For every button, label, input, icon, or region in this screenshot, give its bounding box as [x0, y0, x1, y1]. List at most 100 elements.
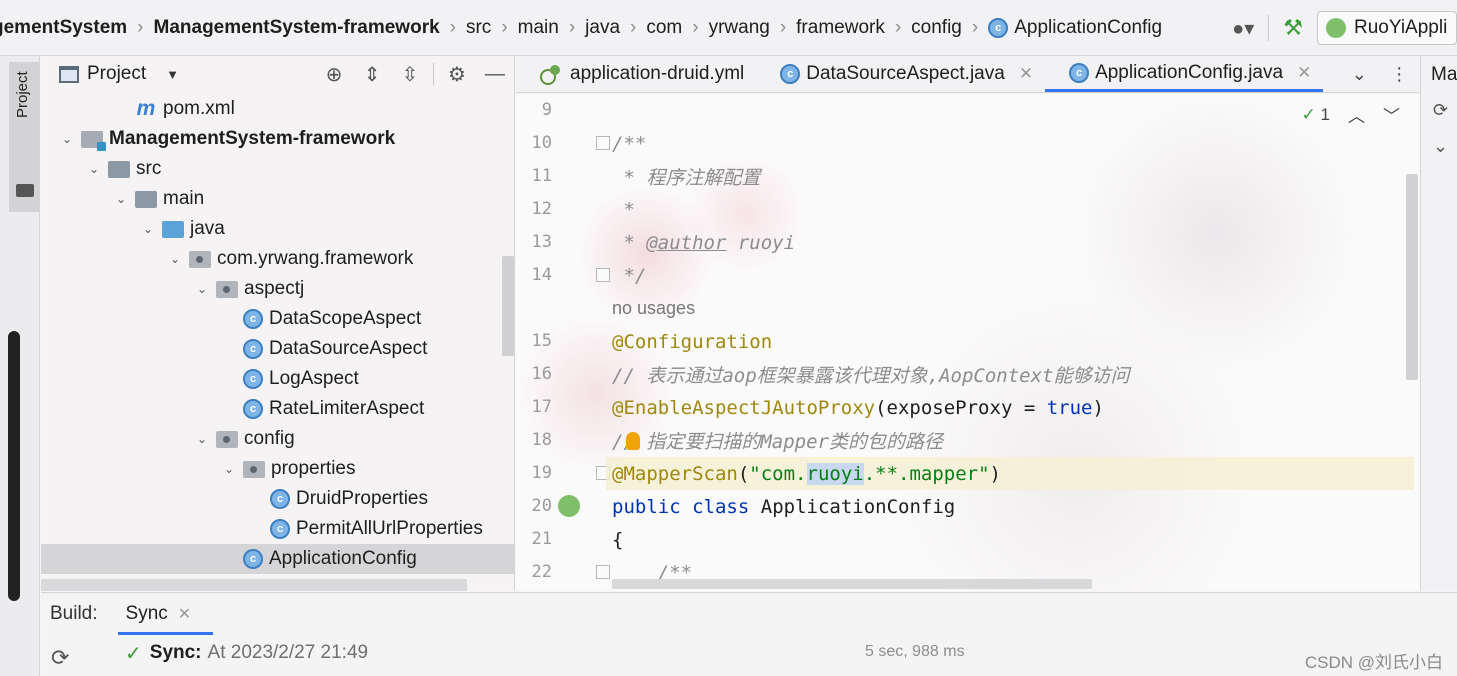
- folder-icon: [16, 184, 34, 197]
- tree-item[interactable]: ⌄ properties: [41, 454, 514, 484]
- breadcrumb-item[interactable]: gementSystem: [0, 17, 131, 39]
- tree-item[interactable]: ⌄ main: [41, 184, 514, 214]
- chevron-down-icon[interactable]: ⌄: [194, 432, 210, 446]
- line-number: 20: [531, 496, 552, 516]
- tree-item-label: java: [190, 218, 225, 239]
- close-icon[interactable]: ✕: [1019, 64, 1033, 84]
- scrollbar[interactable]: [502, 256, 514, 356]
- breadcrumb-item[interactable]: com: [642, 17, 686, 39]
- chevron-right-icon: ›: [971, 16, 979, 38]
- sync-status[interactable]: ✓ Sync: At 2023/2/27 21:49: [125, 639, 368, 667]
- tree-item[interactable]: c DataSourceAspect: [41, 334, 514, 364]
- code-editor[interactable]: ✓ 1 ︿ ﹀ 9 10 11 12 13 14 15 16 17 18 19 20 21 22 /** …: [516, 94, 1420, 591]
- chevron-right-icon: ›: [894, 16, 902, 38]
- class-icon: c: [243, 549, 263, 569]
- chevron-down-icon[interactable]: ▼: [166, 67, 179, 82]
- refresh-icon[interactable]: ⟳: [51, 645, 69, 671]
- breadcrumb-item[interactable]: java: [581, 17, 624, 39]
- editor-tab[interactable]: c DataSourceAspect.java ✕: [756, 56, 1045, 92]
- chevron-down-icon[interactable]: ⌄: [140, 222, 156, 236]
- chevron-down-icon[interactable]: ⌄: [59, 132, 75, 146]
- tree-item[interactable]: ⌄ ManagementSystem-framework: [41, 124, 514, 154]
- scrollbar[interactable]: [8, 331, 20, 601]
- spring-bean-icon[interactable]: [558, 495, 580, 517]
- chevron-down-icon[interactable]: ﹀: [1383, 102, 1400, 127]
- more-vertical-icon[interactable]: ⋮: [1390, 64, 1408, 85]
- tree-item[interactable]: ⌄ src: [41, 154, 514, 184]
- project-view-select[interactable]: Project: [87, 63, 146, 85]
- chevron-down-icon[interactable]: ⌄: [113, 192, 129, 206]
- editor-tab[interactable]: c ApplicationConfig.java ✕: [1045, 56, 1324, 92]
- close-icon[interactable]: ✕: [1297, 63, 1311, 83]
- code-string: "com.: [749, 462, 807, 485]
- toolbar-separator: [433, 63, 434, 85]
- scrollbar[interactable]: [612, 579, 1092, 589]
- code-text: ): [1092, 396, 1104, 419]
- breadcrumb-item[interactable]: framework: [792, 17, 889, 39]
- minimize-icon[interactable]: —: [476, 56, 514, 92]
- tree-item[interactable]: ⌄ config: [41, 424, 514, 454]
- javadoc-tag: @author: [646, 231, 727, 254]
- chevron-down-icon[interactable]: ⌄: [167, 252, 183, 266]
- breadcrumb-item[interactable]: ManagementSystem-framework: [150, 17, 444, 39]
- fold-icon[interactable]: [596, 136, 610, 150]
- tree-item[interactable]: m pom.xml: [41, 94, 514, 124]
- run-configuration-select[interactable]: RuoYiAppli: [1317, 11, 1457, 45]
- build-hammer-icon[interactable]: ⚒: [1283, 15, 1303, 41]
- tree-item[interactable]: c LogAspect: [41, 364, 514, 394]
- gear-icon[interactable]: ⚙: [438, 56, 476, 92]
- scrollbar[interactable]: [41, 579, 467, 591]
- tree-item[interactable]: ⌄ java: [41, 214, 514, 244]
- fold-icon[interactable]: [596, 268, 610, 282]
- breadcrumb-item[interactable]: src: [462, 17, 495, 39]
- chevron-down-icon[interactable]: ⌄: [1433, 136, 1448, 157]
- chevron-down-icon[interactable]: ⌄: [194, 282, 210, 296]
- chevron-down-icon[interactable]: ⌄: [86, 162, 102, 176]
- tree-item[interactable]: ⌄ aspectj: [41, 274, 514, 304]
- code-line: * 程序注解配置: [612, 160, 760, 193]
- build-panel: Build: Sync ✕ ⟳ ✓ Sync: At 2023/2/27 21:4…: [41, 592, 1457, 676]
- editor-tab[interactable]: application-druid.yml: [516, 56, 756, 92]
- breadcrumb-item[interactable]: config: [907, 17, 966, 39]
- chevron-right-icon: ›: [501, 16, 508, 38]
- scrollbar[interactable]: [1406, 174, 1418, 380]
- tree-item[interactable]: c PermitAllUrlProperties: [41, 514, 514, 544]
- line-number: 10: [531, 133, 552, 153]
- tab-sync[interactable]: Sync ✕: [117, 593, 213, 635]
- package-icon: [216, 280, 238, 298]
- editor-tab-label: application-druid.yml: [570, 63, 745, 84]
- maven-tool-button[interactable]: Ma: [1431, 64, 1457, 86]
- code-line: * @author ruoyi: [612, 226, 795, 259]
- code-line: public class ApplicationConfig: [612, 490, 955, 523]
- chevron-down-icon[interactable]: ⌄: [1352, 64, 1367, 85]
- code-line: *: [612, 193, 634, 226]
- lightbulb-icon[interactable]: [626, 432, 640, 450]
- code-annotation: @MapperScan: [612, 462, 738, 485]
- user-icon[interactable]: ●▾: [1232, 16, 1254, 41]
- locate-icon[interactable]: ⊕: [315, 56, 353, 92]
- close-icon[interactable]: ✕: [178, 604, 191, 624]
- chevron-up-icon[interactable]: ︿: [1348, 102, 1365, 127]
- collapse-all-icon[interactable]: ⇳: [391, 56, 429, 92]
- usages-hint[interactable]: no usages: [612, 298, 695, 319]
- tree-item[interactable]: ⌄ com.yrwang.framework: [41, 244, 514, 274]
- watermark: CSDN @刘氏小白: [1304, 653, 1443, 672]
- sync-status-title: Sync:: [149, 642, 202, 663]
- tree-item[interactable]: c ApplicationConfig: [41, 544, 514, 574]
- tree-item[interactable]: c DruidProperties: [41, 484, 514, 514]
- tree-item[interactable]: c RateLimiterAspect: [41, 394, 514, 424]
- refresh-icon[interactable]: ⟳: [1433, 100, 1448, 121]
- expand-all-icon[interactable]: ⇕: [353, 56, 391, 92]
- breadcrumb-item-current[interactable]: c ApplicationConfig: [984, 17, 1166, 39]
- build-panel-title: Build:: [50, 603, 98, 624]
- chevron-down-icon[interactable]: ⌄: [221, 462, 237, 476]
- breadcrumb-item[interactable]: main: [514, 17, 563, 39]
- right-tool-stripe: Ma ⟳ ⌄: [1420, 56, 1457, 591]
- chevron-right-icon: ›: [779, 16, 787, 38]
- inspection-widget[interactable]: ✓ 1 ︿ ﹀: [1302, 102, 1400, 127]
- tree-item[interactable]: c DataScopeAspect: [41, 304, 514, 334]
- tree-item-label: ApplicationConfig: [269, 548, 417, 569]
- fold-icon[interactable]: [596, 565, 610, 579]
- breadcrumb-item[interactable]: yrwang: [705, 17, 774, 39]
- line-number-gutter[interactable]: 9 10 11 12 13 14 15 16 17 18 19 20 21 22: [516, 94, 610, 591]
